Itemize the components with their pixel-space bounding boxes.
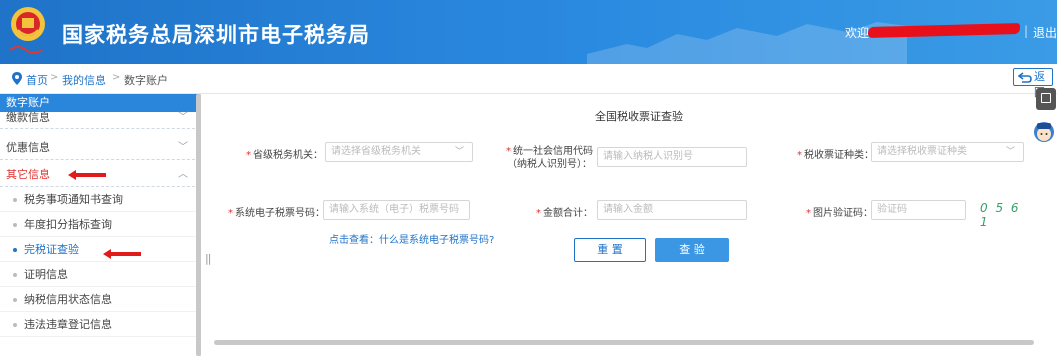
bullet-icon (13, 273, 17, 277)
return-arrow-icon (1018, 72, 1032, 83)
red-arrow-annotation (68, 170, 106, 180)
voucher-no-input[interactable]: 请输入系统（电子）税票号码 (323, 200, 470, 220)
authority-placeholder: 请选择省级税务机关 (331, 146, 421, 157)
sidebar-subitem-certificate[interactable]: 证明信息 (0, 262, 200, 287)
breadcrumb-separator: > (50, 72, 59, 83)
tax-emblem-logo (9, 7, 45, 54)
red-arrow-annotation (103, 249, 141, 259)
breadcrumb-home[interactable]: 首页 (26, 72, 48, 88)
sidebar-collapse-handle[interactable]: || (205, 252, 212, 265)
sidebar-item-label: 优惠信息 (6, 141, 50, 154)
captcha-image[interactable]: 0 5 6 1 (980, 201, 1024, 229)
sidebar-subitem-notice[interactable]: 税务事项通知书查询 (0, 187, 200, 212)
captcha-placeholder: 验证码 (877, 204, 907, 215)
assistant-avatar-icon[interactable] (1033, 119, 1055, 147)
sidebar: 数字账户 缴款信息 ﹀ 优惠信息 ﹀ 其它信息 ︿ 税务事项通知书查询 年度扣分… (0, 94, 201, 356)
sidebar-subitem-label: 完税证查验 (24, 243, 79, 256)
sidebar-subitem-violation[interactable]: 违法违章登记信息 (0, 312, 200, 337)
sidebar-subitem-label: 年度扣分指标查询 (24, 218, 112, 231)
voucher-type-select[interactable]: 请选择税收票证种类 ﹀ (871, 142, 1024, 162)
chevron-down-icon: ﹀ (454, 147, 464, 157)
credit-code-label-2: （纳税人识别号）： (507, 159, 592, 170)
voucher-no-label: * 系统电子税票号码： (228, 208, 325, 219)
sidebar-subitem-label: 纳税信用状态信息 (24, 293, 112, 306)
chevron-down-icon: ﹀ (178, 142, 188, 153)
welcome-text: 欢迎 (845, 26, 870, 40)
amount-input[interactable]: 请输入金额 (597, 200, 747, 220)
breadcrumb-current: 数字账户 (124, 74, 168, 87)
authority-select[interactable]: 请选择省级税务机关 ﹀ (325, 142, 473, 162)
sidebar-subitem-label: 违法违章登记信息 (24, 318, 112, 331)
sidebar-item-label: 缴款信息 (6, 111, 50, 124)
sidebar-subitem-tax-verify[interactable]: 完税证查验 (0, 237, 200, 262)
credit-code-placeholder: 请输入纳税人识别号 (603, 151, 693, 162)
manual-book-icon[interactable] (1036, 88, 1056, 110)
chevron-down-icon: ﹀ (178, 112, 188, 123)
logout-link[interactable]: 退出 (1033, 24, 1057, 41)
form-title: 全国税收票证查验 (595, 110, 683, 123)
breadcrumb-my-info[interactable]: 我的信息 (62, 72, 106, 88)
sidebar-subitem-label: 税务事项通知书查询 (24, 193, 123, 206)
breadcrumb-separator: > (112, 72, 121, 83)
bullet-icon (13, 223, 17, 227)
sidebar-header: 数字账户 (0, 94, 200, 112)
reset-button[interactable]: 重 置 (574, 238, 646, 262)
sidebar-subitem-credit[interactable]: 纳税信用状态信息 (0, 287, 200, 312)
sidebar-item-payment[interactable]: 缴款信息 ﹀ (0, 112, 200, 129)
sidebar-scrollbar[interactable] (196, 94, 201, 356)
site-title: 国家税务总局深圳市电子税务局 (62, 23, 370, 47)
captcha-label: * 图片验证码： (806, 208, 873, 219)
authority-label: * 省级税务机关： (246, 150, 323, 161)
voucher-no-help-link[interactable]: 点击查看：什么是系统电子税票号码? (329, 231, 494, 246)
bullet-icon (13, 323, 17, 327)
bullet-icon (13, 298, 17, 302)
sidebar-subitem-score[interactable]: 年度扣分指标查询 (0, 212, 200, 237)
back-button[interactable]: 返回 (1013, 68, 1053, 99)
amount-placeholder: 请输入金额 (603, 204, 653, 215)
breadcrumb: 首页 > 我的信息 > 数字账户 (0, 64, 1057, 94)
voucher-type-label: * 税收票证种类： (797, 150, 874, 161)
voucher-no-placeholder: 请输入系统（电子）税票号码 (329, 204, 459, 215)
sidebar-item-preference[interactable]: 优惠信息 ﹀ (0, 135, 200, 160)
captcha-input[interactable]: 验证码 (871, 200, 966, 220)
sidebar-subitem-label: 证明信息 (24, 268, 68, 281)
chevron-up-icon: ︿ (178, 169, 188, 180)
bullet-icon (13, 198, 17, 202)
credit-code-input[interactable]: 请输入纳税人识别号 (597, 147, 747, 167)
amount-label: * 金额合计： (536, 208, 593, 219)
verify-button[interactable]: 查 验 (655, 238, 729, 262)
sidebar-item-label: 其它信息 (6, 168, 50, 181)
horizontal-scrollbar[interactable] (214, 340, 1034, 345)
chevron-down-icon: ﹀ (1005, 147, 1015, 157)
bullet-icon (13, 248, 17, 252)
location-pin-icon (12, 72, 22, 85)
voucher-type-placeholder: 请选择税收票证种类 (877, 146, 967, 157)
header-separator: | (1024, 24, 1029, 38)
top-header: 国家税务总局深圳市电子税务局 欢迎 | 退出 (0, 0, 1057, 64)
